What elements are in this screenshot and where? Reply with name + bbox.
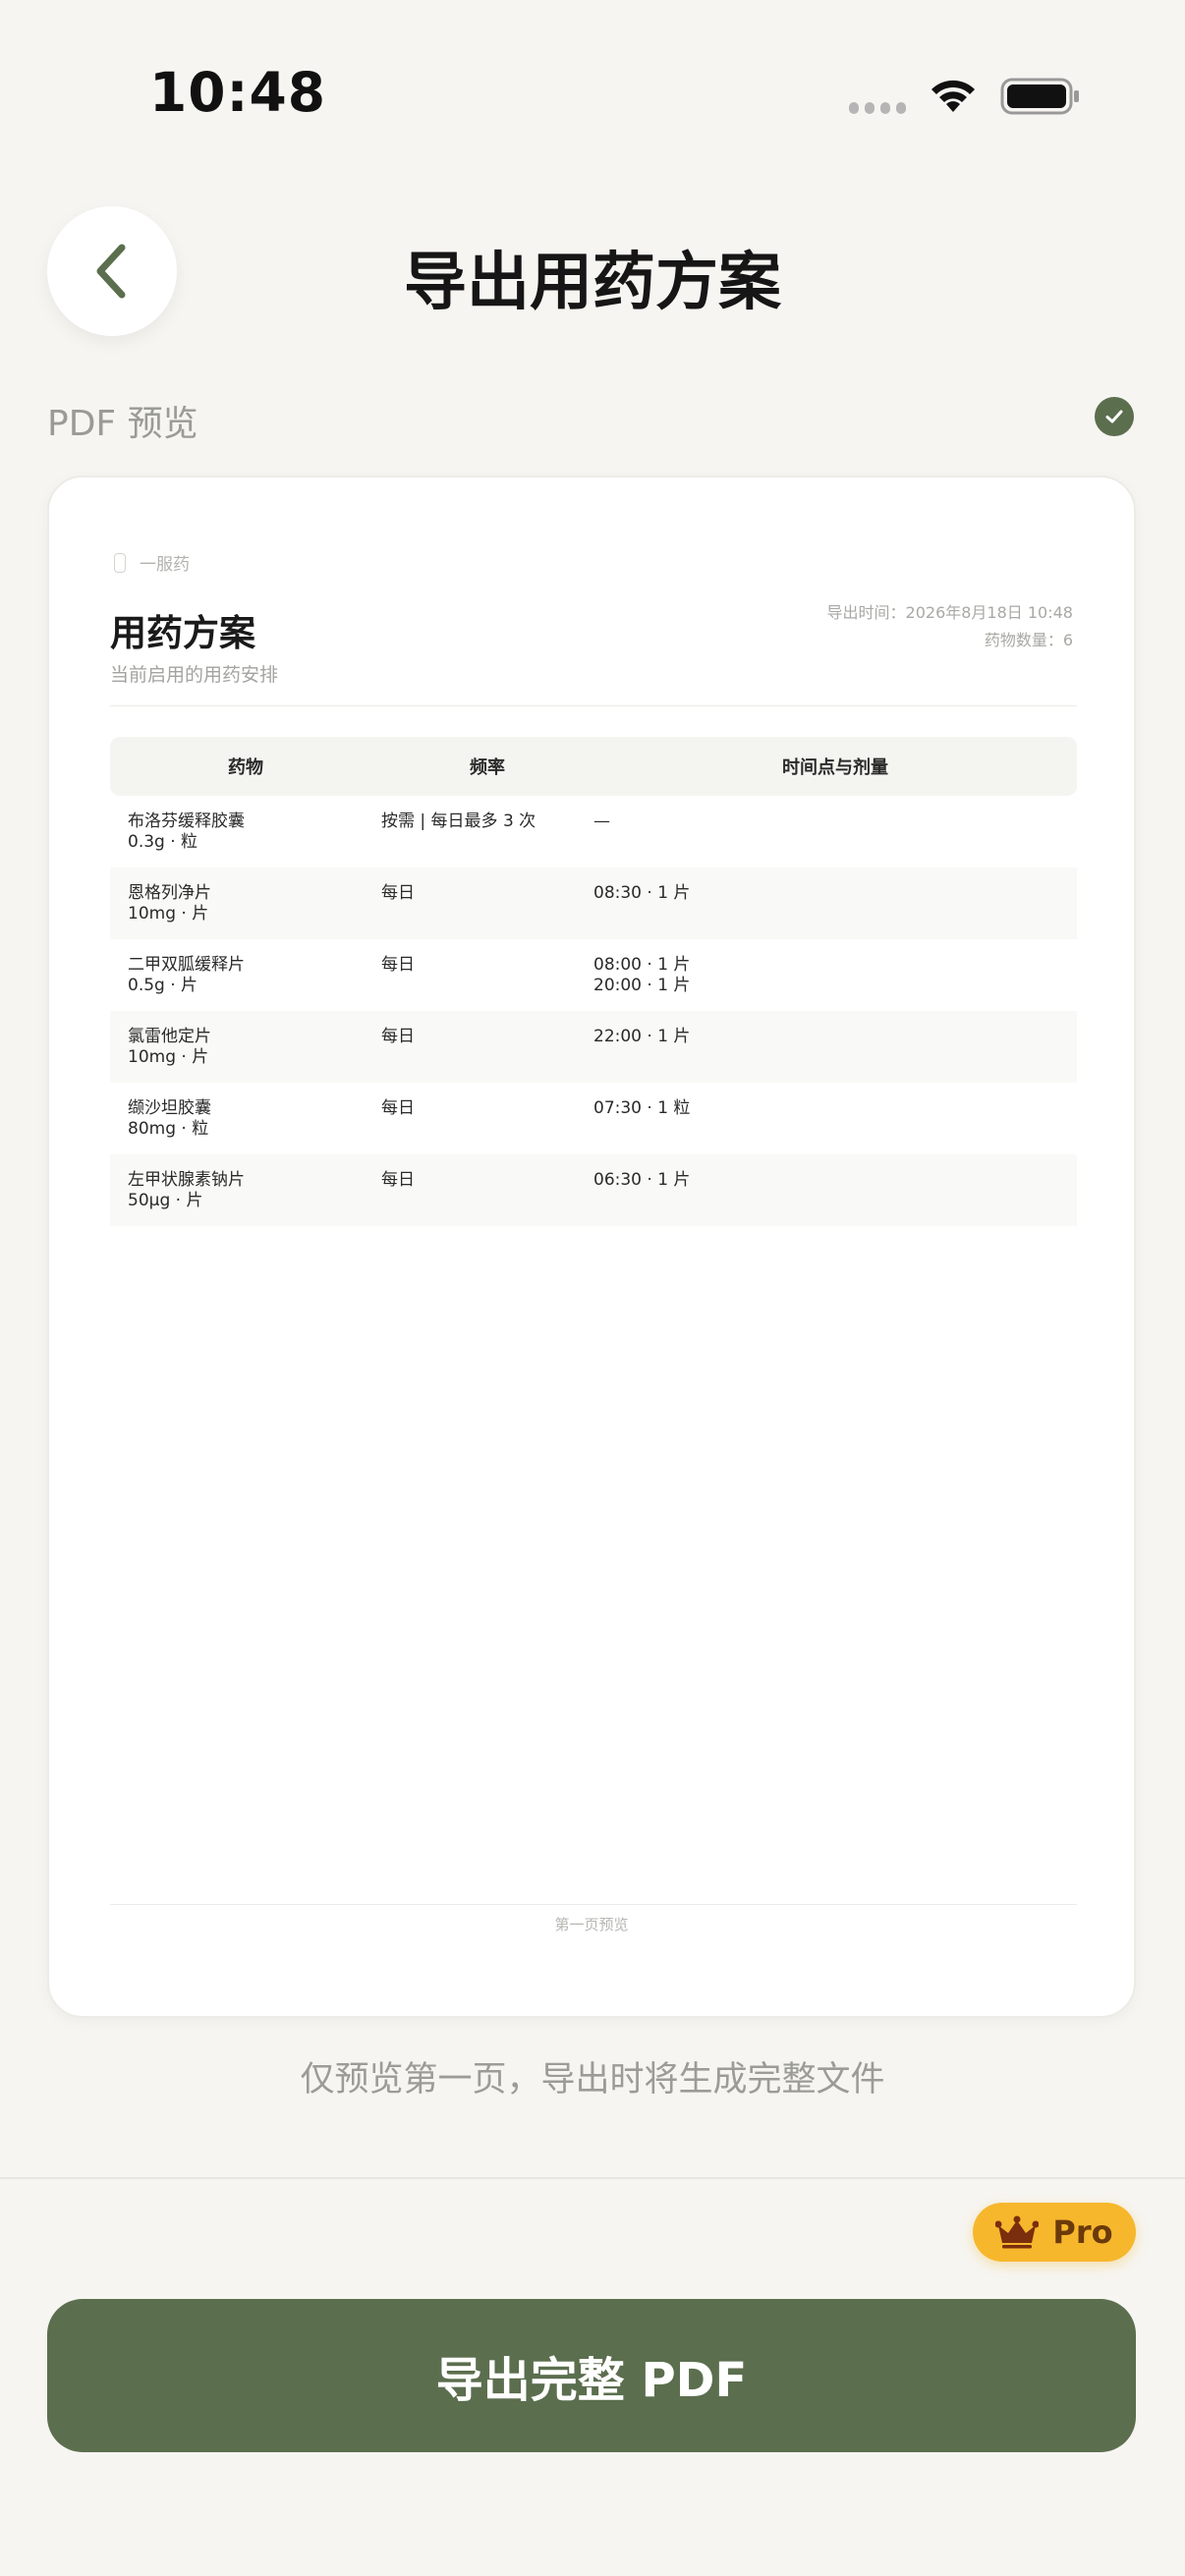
preview-note: 仅预览第一页，导出时将生成完整文件: [300, 2060, 885, 2100]
table-header: 药物 频率 时间点与剂量: [110, 737, 1077, 796]
cell-medication: 恩格列净片 10mg · 片: [110, 883, 381, 939]
cell-frequency: 每日: [381, 1027, 593, 1083]
medication-name: 氯雷他定片: [128, 1027, 211, 1046]
doc-footer-divider: [110, 1904, 1077, 1905]
column-header-frequency: 频率: [470, 757, 505, 778]
cell-frequency: 每日: [381, 883, 593, 939]
wifi-icon: [931, 80, 975, 112]
doc-med-count: 药物数量：6: [984, 631, 1073, 649]
frequency-text: 每日: [381, 955, 415, 975]
medication-table: 药物 频率 时间点与剂量 布洛芬缓释胶囊 0.3g · 粒按需 | 每日最多 3 …: [110, 737, 1077, 1226]
cell-medication: 左甲状腺素钠片 50μg · 片: [110, 1170, 381, 1226]
cell-times: 07:30 · 1 粒: [593, 1098, 1077, 1154]
time-dose-entry: 08:00 · 1 片: [593, 955, 691, 975]
medication-dose: 0.3g · 粒: [128, 832, 198, 852]
table-row: 二甲双胍缓释片 0.5g · 片每日 08:00 · 1 片 20:00 · 1 片: [110, 939, 1077, 1011]
doc-subtitle: 当前启用的用药安排: [110, 664, 279, 686]
pill-icon: [114, 552, 126, 573]
medication-name: 二甲双胍缓释片: [128, 955, 245, 975]
medication-dose: 80mg · 粒: [128, 1119, 209, 1139]
doc-divider: [110, 705, 1077, 706]
cell-times: 08:30 · 1 片: [593, 883, 1077, 939]
medication-dose: 10mg · 片: [128, 1047, 209, 1067]
frequency-text: 按需 | 每日最多 3 次: [381, 812, 536, 831]
frequency-text: 每日: [381, 1170, 415, 1190]
pro-badge-label: Pro: [1052, 2213, 1113, 2251]
table-body: 布洛芬缓释胶囊 0.3g · 粒按需 | 每日最多 3 次 — 恩格列净片 10mg ·…: [110, 796, 1077, 1226]
cell-times: 06:30 · 1 片: [593, 1170, 1077, 1226]
frequency-text: 每日: [381, 883, 415, 903]
time-dose-entry: 06:30 · 1 片: [593, 1170, 691, 1190]
table-row: 恩格列净片 10mg · 片每日 08:30 · 1 片: [110, 868, 1077, 939]
medication-name: 恩格列净片: [128, 883, 211, 903]
cellular-signal-icon: [849, 102, 906, 114]
cell-medication: 氯雷他定片 10mg · 片: [110, 1027, 381, 1083]
doc-export-time: 导出时间：2026年8月18日 10:48: [826, 603, 1073, 622]
doc-title: 用药方案: [110, 612, 255, 654]
medication-dose: 0.5g · 片: [128, 976, 198, 995]
table-row: 缬沙坦胶囊 80mg · 粒每日 07:30 · 1 粒: [110, 1083, 1077, 1154]
battery-icon: [1000, 78, 1079, 115]
time-dose-entry: 08:30 · 1 片: [593, 883, 691, 903]
cell-medication: 二甲双胍缓释片 0.5g · 片: [110, 955, 381, 1011]
medication-dose: 50μg · 片: [128, 1191, 203, 1210]
export-plan-screen: 10:48 导出用药方案 PDF 预览 一服药 用药方案 当前启用的用药安排 导: [0, 0, 1185, 2576]
cell-times: 22:00 · 1 片: [593, 1027, 1077, 1083]
time-dose-entry: 07:30 · 1 粒: [593, 1098, 691, 1118]
cell-times: 08:00 · 1 片 20:00 · 1 片: [593, 955, 1077, 1011]
doc-brand-name: 一服药: [140, 555, 190, 575]
export-full-pdf-button[interactable]: 导出完整 PDF: [47, 2299, 1136, 2452]
time-dose-entry: 20:00 · 1 片: [593, 976, 691, 995]
pdf-preview-card[interactable]: 一服药 用药方案 当前启用的用药安排 导出时间：2026年8月18日 10:48…: [47, 476, 1136, 2018]
cell-frequency: 按需 | 每日最多 3 次: [381, 812, 593, 868]
cell-medication: 缬沙坦胶囊 80mg · 粒: [110, 1098, 381, 1154]
table-row: 左甲状腺素钠片 50μg · 片每日 06:30 · 1 片: [110, 1154, 1077, 1226]
medication-dose: 10mg · 片: [128, 904, 209, 924]
time-dose-entry: 22:00 · 1 片: [593, 1027, 691, 1046]
doc-meta: 导出时间：2026年8月18日 10:48 药物数量：6: [827, 599, 1073, 654]
status-time: 10:48: [149, 61, 327, 124]
medication-name: 左甲状腺素钠片: [128, 1170, 245, 1190]
table-row: 氯雷他定片 10mg · 片每日 22:00 · 1 片: [110, 1011, 1077, 1083]
frequency-text: 每日: [381, 1098, 415, 1118]
time-dose-entry: —: [593, 812, 610, 831]
cell-frequency: 每日: [381, 1098, 593, 1154]
doc-footer-text: 第一页预览: [554, 1916, 629, 1933]
column-header-medication: 药物: [228, 757, 263, 778]
table-row: 布洛芬缓释胶囊 0.3g · 粒按需 | 每日最多 3 次 —: [110, 796, 1077, 868]
cell-frequency: 每日: [381, 955, 593, 1011]
frequency-text: 每日: [381, 1027, 415, 1046]
cell-frequency: 每日: [381, 1170, 593, 1226]
crown-icon: [995, 2215, 1040, 2249]
check-circle-icon: [1095, 397, 1134, 436]
doc-brand: 一服药: [114, 550, 190, 575]
pro-badge: Pro: [973, 2203, 1136, 2262]
cell-medication: 布洛芬缓释胶囊 0.3g · 粒: [110, 812, 381, 868]
column-header-times: 时间点与剂量: [782, 757, 888, 778]
medication-name: 布洛芬缓释胶囊: [128, 812, 245, 831]
pdf-preview-label: PDF 预览: [47, 404, 198, 444]
page-title: 导出用药方案: [404, 247, 781, 319]
medication-name: 缬沙坦胶囊: [128, 1098, 211, 1118]
bottom-divider: [0, 2177, 1185, 2179]
cell-times: —: [593, 812, 1077, 868]
